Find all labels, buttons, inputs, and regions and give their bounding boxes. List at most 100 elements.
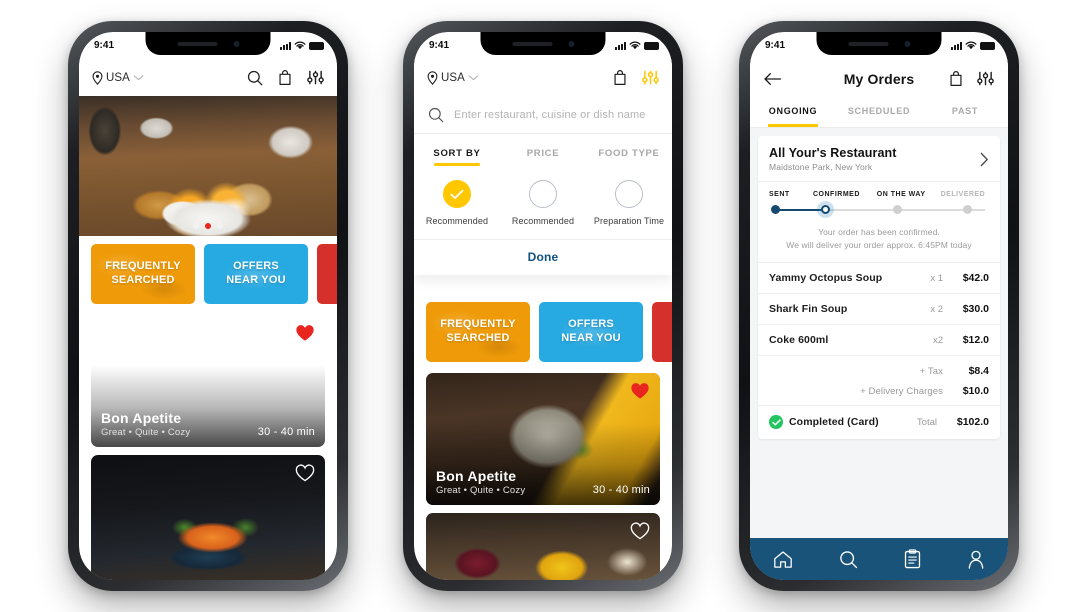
phone-2-screen: 9:41 USA Enter restaurant, cuisine or di… [414,32,672,580]
item-name: Shark Fin Soup [769,303,848,316]
filter-tab-sort-by[interactable]: SORT BY [414,148,500,166]
filter-option-recommended-selected[interactable]: Recommended [414,180,500,226]
earpiece-speaker [512,41,552,46]
arrow-left-icon[interactable] [764,72,782,86]
filter-panel: SORT BY PRICE FOOD TYPE Recommended Reco… [414,134,672,275]
restaurant-subtitle: Great • Quite • Cozy [436,485,526,496]
check-icon [450,189,464,199]
category-strip[interactable]: FREQUENTLY SEARCHED OFFERS NEAR YOU [79,244,337,304]
clipboard-list-icon[interactable] [904,549,921,569]
location-selector[interactable]: USA [92,70,144,85]
filter-sliders-icon[interactable] [307,70,324,86]
radio-selected[interactable] [443,180,471,208]
order-item-row: Coke 600ml x2 $12.0 [758,325,1000,357]
heart-filled-icon[interactable] [630,382,650,405]
phone-3-frame: 9:41 My Orders ONGOING SCHEDULED PAST Al… [739,21,1019,591]
restaurant-card[interactable] [426,513,660,580]
carousel-dots[interactable] [193,223,223,229]
restaurant-meta: Bon Apetite Great • Quite • Cozy [436,468,525,496]
carousel-dot-active[interactable] [205,223,211,229]
fee-price: $10.0 [962,385,989,398]
tab-ongoing[interactable]: ONGOING [750,98,836,127]
battery-icon [309,41,324,50]
phone-3-inner: 9:41 My Orders ONGOING SCHEDULED PAST Al… [750,32,1008,580]
battery-icon [644,41,659,50]
phone2-header-icons [613,69,659,86]
heart-filled-icon[interactable] [295,324,315,347]
filter-option-preparation-time[interactable]: Preparation Time [586,180,672,226]
location-pin-icon [427,70,438,85]
category-line1: FREQUENTLY [440,318,516,331]
chevron-down-icon [468,75,479,81]
order-restaurant-name: All Your's Restaurant [769,146,897,160]
category-line1: FREQUENTLY [105,260,181,273]
front-camera [233,40,239,47]
filter-tab-food-type[interactable]: FOOD TYPE [586,148,672,166]
radio-unselected[interactable] [615,180,643,208]
search-icon[interactable] [839,550,858,569]
heart-outline-icon[interactable] [630,522,650,545]
phone-1-screen: 9:41 USA FREQUENTLY SEARCHED OFFERS NEAR… [79,32,337,580]
orders-header-icons [949,70,994,87]
phone2-app-header: USA [414,59,672,96]
search-bar[interactable]: Enter restaurant, cuisine or dish name [414,96,672,134]
category-card-frequently-searched[interactable]: FREQUENTLY SEARCHED [426,302,530,362]
restaurant-card[interactable]: Bon Apetite Great • Quite • Cozy 30 - 40… [426,373,660,505]
wifi-icon [294,41,306,50]
hero-carousel[interactable] [79,96,337,236]
filter-tab-price[interactable]: PRICE [500,148,586,166]
tracker-step-on-the-way: ON THE WAY [876,191,926,198]
search-input[interactable]: Enter restaurant, cuisine or dish name [454,109,646,121]
category-strip[interactable]: FREQUENTLY SEARCHED OFFERS NEAR YOU [414,302,672,362]
notch-2 [480,32,606,55]
category-card-offers-near-you[interactable]: OFFERS NEAR YOU [204,244,308,304]
tracker-dot-pending [963,205,972,214]
tab-scheduled[interactable]: SCHEDULED [836,98,922,127]
location-selector[interactable]: USA [427,70,479,85]
status-indicators [951,41,995,50]
phone1-header-icons [247,69,324,86]
phone1-app-header: USA [79,59,337,96]
filter-tabs: SORT BY PRICE FOOD TYPE [414,134,672,166]
item-qty: x 1 [930,272,943,284]
radio-unselected[interactable] [529,180,557,208]
order-restaurant-address: Maidstone Park, New York [769,162,873,172]
restaurant-meta: Bon Apetite Great • Quite • Cozy [101,410,190,438]
order-card[interactable]: All Your's Restaurant Maidstone Park, Ne… [758,136,1000,440]
carousel-dot[interactable] [193,223,199,229]
carousel-dot[interactable] [217,223,223,229]
filter-sliders-icon[interactable] [977,71,994,87]
tab-past[interactable]: PAST [922,98,1008,127]
battery-icon [980,41,995,50]
category-card-offers-near-you[interactable]: OFFERS NEAR YOU [539,302,643,362]
category-card-third[interactable] [317,244,337,304]
heart-outline-icon[interactable] [295,464,315,487]
filter-sliders-icon[interactable] [642,70,659,86]
status-indicators [615,41,659,50]
shopping-bag-icon[interactable] [613,69,627,86]
person-icon[interactable] [967,550,985,569]
payment-status: Completed (Card) [789,416,879,429]
item-price: $42.0 [962,272,989,285]
home-icon[interactable] [773,550,793,569]
status-time: 9:41 [429,40,450,51]
order-restaurant-row[interactable]: All Your's Restaurant Maidstone Park, Ne… [758,136,1000,182]
filter-option-recommended[interactable]: Recommended [500,180,586,226]
shopping-bag-icon[interactable] [278,69,292,86]
restaurant-card[interactable] [91,455,325,580]
order-fee-row: + Delivery Charges $10.0 [758,381,1000,401]
category-card-frequently-searched[interactable]: FREQUENTLY SEARCHED [91,244,195,304]
restaurant-card[interactable]: Bon Apetite Great • Quite • Cozy 30 - 40… [91,315,325,447]
restaurant-title: Bon Apetite [436,468,517,484]
location-label: USA [441,71,465,84]
done-button[interactable]: Done [414,239,672,275]
check-circle-icon [769,415,783,430]
chevron-right-icon[interactable] [980,152,989,167]
search-icon[interactable] [247,70,263,86]
shopping-bag-icon[interactable] [949,70,963,87]
category-card-third[interactable] [652,302,672,362]
status-time: 9:41 [94,40,115,51]
order-total-row: Completed (Card) Total $102.0 [758,405,1000,439]
orders-header: My Orders [750,59,1008,98]
order-item-row: Shark Fin Soup x 2 $30.0 [758,294,1000,326]
